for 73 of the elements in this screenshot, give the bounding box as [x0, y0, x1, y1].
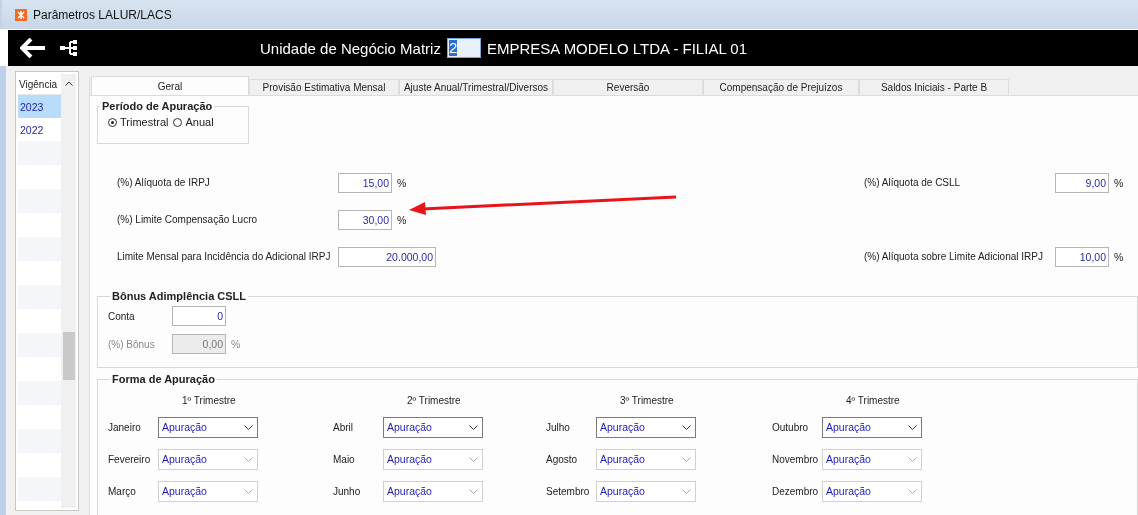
field-label: (%) Alíquota de CSLL [864, 177, 962, 188]
back-arrow-icon[interactable] [20, 38, 46, 58]
group-title: Forma de Apuração [111, 373, 216, 385]
month-label: Dezembro [772, 485, 820, 497]
dropdown[interactable]: Apuração [596, 416, 696, 438]
month-label: Outubro [772, 421, 810, 433]
field-label: (%) Limite Compensação Lucro [117, 214, 259, 225]
caret-icon [908, 488, 917, 494]
field-label: Limite Mensal para Incidência do Adicional IRPJ [117, 251, 332, 262]
network-icon[interactable] [60, 40, 78, 56]
tab[interactable]: Reversão [553, 79, 703, 95]
company-name: EMPRESA MODELO LTDA - FILIAL 01 [486, 39, 748, 57]
unit-label: % [397, 213, 407, 226]
tab[interactable]: Saldos Iniciais - Parte B [859, 79, 1009, 95]
month-label: Setembro [546, 485, 591, 497]
dropdown[interactable]: Apuração [822, 416, 922, 438]
month-label: Maio [333, 453, 356, 465]
month-label: Março [108, 485, 137, 497]
month-label: Abril [333, 421, 354, 433]
caret-icon [682, 456, 691, 462]
month-label: Agosto [546, 453, 579, 465]
quarter-title: 2º Trimestre [407, 394, 461, 406]
caret-icon [469, 456, 478, 462]
group-title: Período de Apuração [101, 100, 214, 112]
caret-icon [469, 424, 478, 430]
scroll-thumb[interactable] [62, 332, 75, 380]
dropdown[interactable]: Apuração [158, 416, 258, 438]
tab[interactable]: Provisão Estimativa Mensal [249, 79, 399, 95]
tab[interactable]: Compensação de Prejuízos [703, 79, 859, 95]
unit-label: Unidade de Negócio Matriz [260, 39, 441, 57]
number-field[interactable]: 30,00 [338, 209, 392, 230]
field-label: (%) Alíquota sobre Limite Adicional IRPJ [864, 251, 1044, 262]
number-field[interactable]: 0 [172, 306, 226, 326]
unit-label: % [1114, 250, 1124, 263]
month-label: Janeiro [108, 421, 142, 433]
number-field[interactable]: 10,00 [1055, 246, 1109, 267]
field-label: (%) Bônus [108, 338, 156, 350]
caret-icon [682, 488, 691, 494]
quarter-title: 3º Trimestre [620, 394, 674, 406]
caret-icon [682, 424, 691, 430]
unit-label: % [231, 338, 241, 350]
caret-icon [908, 424, 917, 430]
window-title: Parâmetros LALUR/LACS [33, 7, 172, 22]
month-label: Junho [333, 485, 362, 497]
caret-icon [908, 456, 917, 462]
number-field[interactable]: 20.000,00 [338, 246, 436, 267]
caret-icon [469, 488, 478, 494]
quarter-title: 4º Trimestre [846, 394, 900, 406]
unit-label: % [1114, 176, 1124, 189]
unit-code-field[interactable]: 2 [446, 38, 481, 58]
caret-icon [244, 488, 253, 494]
app-icon [15, 8, 27, 21]
group-title: Bônus Adimplência CSLL [111, 290, 248, 302]
tab[interactable]: Ajuste Anual/Trimestral/Diversos [399, 79, 553, 95]
field-label: (%) Alíquota de IRPJ [117, 177, 211, 188]
number-field[interactable]: 15,00 [338, 172, 392, 193]
year-item[interactable]: 2022 [18, 118, 61, 141]
dropdown[interactable]: Apuração [383, 416, 483, 438]
month-label: Fevereiro [108, 453, 152, 465]
year-item[interactable]: 2023 [18, 95, 61, 118]
radio-option[interactable]: Trimestral [108, 116, 169, 128]
scroll-up-icon[interactable] [64, 81, 73, 86]
number-field[interactable]: 9,00 [1055, 172, 1109, 193]
caret-icon [244, 456, 253, 462]
month-label: Julho [546, 421, 571, 433]
tab[interactable]: Geral [91, 76, 249, 95]
unit-label: % [397, 176, 407, 189]
quarter-title: 1º Trimestre [182, 394, 236, 406]
field-label: Conta [108, 310, 136, 322]
column-header: Vigência [19, 78, 58, 90]
radio-option[interactable]: Anual [173, 116, 214, 128]
caret-icon [244, 424, 253, 430]
month-label: Novembro [772, 453, 820, 465]
